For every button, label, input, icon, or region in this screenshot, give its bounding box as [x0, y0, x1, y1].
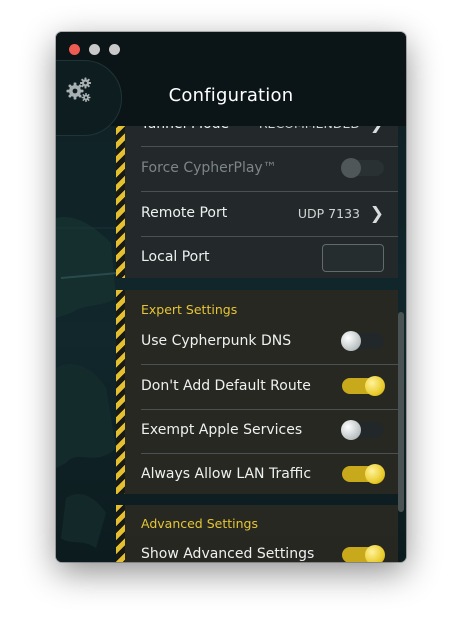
dont-add-default-route-row: Don't Add Default Route: [141, 365, 398, 410]
remote-port-row[interactable]: Remote Port UDP 7133 ❯: [141, 192, 398, 237]
expert-settings-heading: Expert Settings: [141, 302, 238, 317]
exempt-apple-services-toggle[interactable]: [341, 420, 384, 440]
toggle-knob: [341, 331, 361, 351]
remote-port-value: UDP 7133: [297, 206, 360, 221]
toggle-knob: [341, 420, 361, 440]
use-cypherpunk-dns-toggle[interactable]: [341, 331, 384, 351]
scrollbar-thumb[interactable]: [398, 312, 404, 512]
dont-add-default-route-label: Don't Add Default Route: [141, 378, 311, 394]
dont-add-default-route-toggle[interactable]: [342, 376, 385, 396]
show-advanced-settings-row: Show Advanced Settings: [141, 537, 398, 562]
force-cypherplay-toggle[interactable]: [341, 158, 384, 178]
force-cypherplay-label: Force CypherPlay™: [141, 160, 277, 176]
exempt-apple-services-label: Exempt Apple Services: [141, 422, 303, 438]
connection-settings-panel: Tunnel Mode RECOMMENDED ❯ Force CypherPl…: [116, 114, 398, 278]
always-allow-lan-traffic-toggle[interactable]: [342, 464, 385, 484]
hazard-stripe: [116, 505, 125, 562]
header-bar: Configuration: [56, 60, 406, 136]
title-bar: [56, 32, 406, 68]
close-button[interactable]: [69, 44, 80, 55]
maximize-button[interactable]: [109, 44, 120, 55]
use-cypherpunk-dns-row: Use Cypherpunk DNS: [141, 320, 398, 365]
remote-port-label: Remote Port: [141, 205, 228, 221]
advanced-settings-panel: Advanced Settings Show Advanced Settings: [116, 505, 398, 562]
show-advanced-settings-label: Show Advanced Settings: [141, 546, 315, 562]
configuration-window: Configuration Tunnel Mode RECOMMENDED ❯ …: [56, 32, 406, 562]
local-port-row: Local Port: [141, 236, 398, 280]
toggle-knob: [365, 464, 385, 484]
chevron-right-icon: ❯: [369, 204, 384, 224]
show-advanced-settings-toggle[interactable]: [342, 545, 385, 562]
expert-settings-panel: Expert Settings Use Cypherpunk DNS Don't…: [116, 290, 398, 494]
toggle-knob: [365, 376, 385, 396]
local-port-label: Local Port: [141, 249, 210, 265]
advanced-settings-heading: Advanced Settings: [141, 516, 258, 531]
always-allow-lan-traffic-label: Always Allow LAN Traffic: [141, 466, 312, 482]
always-allow-lan-traffic-row: Always Allow LAN Traffic: [141, 453, 398, 497]
local-port-input[interactable]: [322, 244, 384, 272]
toggle-knob: [341, 158, 361, 178]
hazard-stripe: [116, 114, 125, 278]
toggle-knob: [365, 545, 385, 562]
hazard-stripe: [116, 290, 125, 494]
exempt-apple-services-row: Exempt Apple Services: [141, 409, 398, 454]
minimize-button[interactable]: [89, 44, 100, 55]
page-title: Configuration: [168, 85, 294, 106]
use-cypherpunk-dns-label: Use Cypherpunk DNS: [141, 333, 292, 349]
force-cypherplay-row: Force CypherPlay™: [141, 147, 398, 192]
